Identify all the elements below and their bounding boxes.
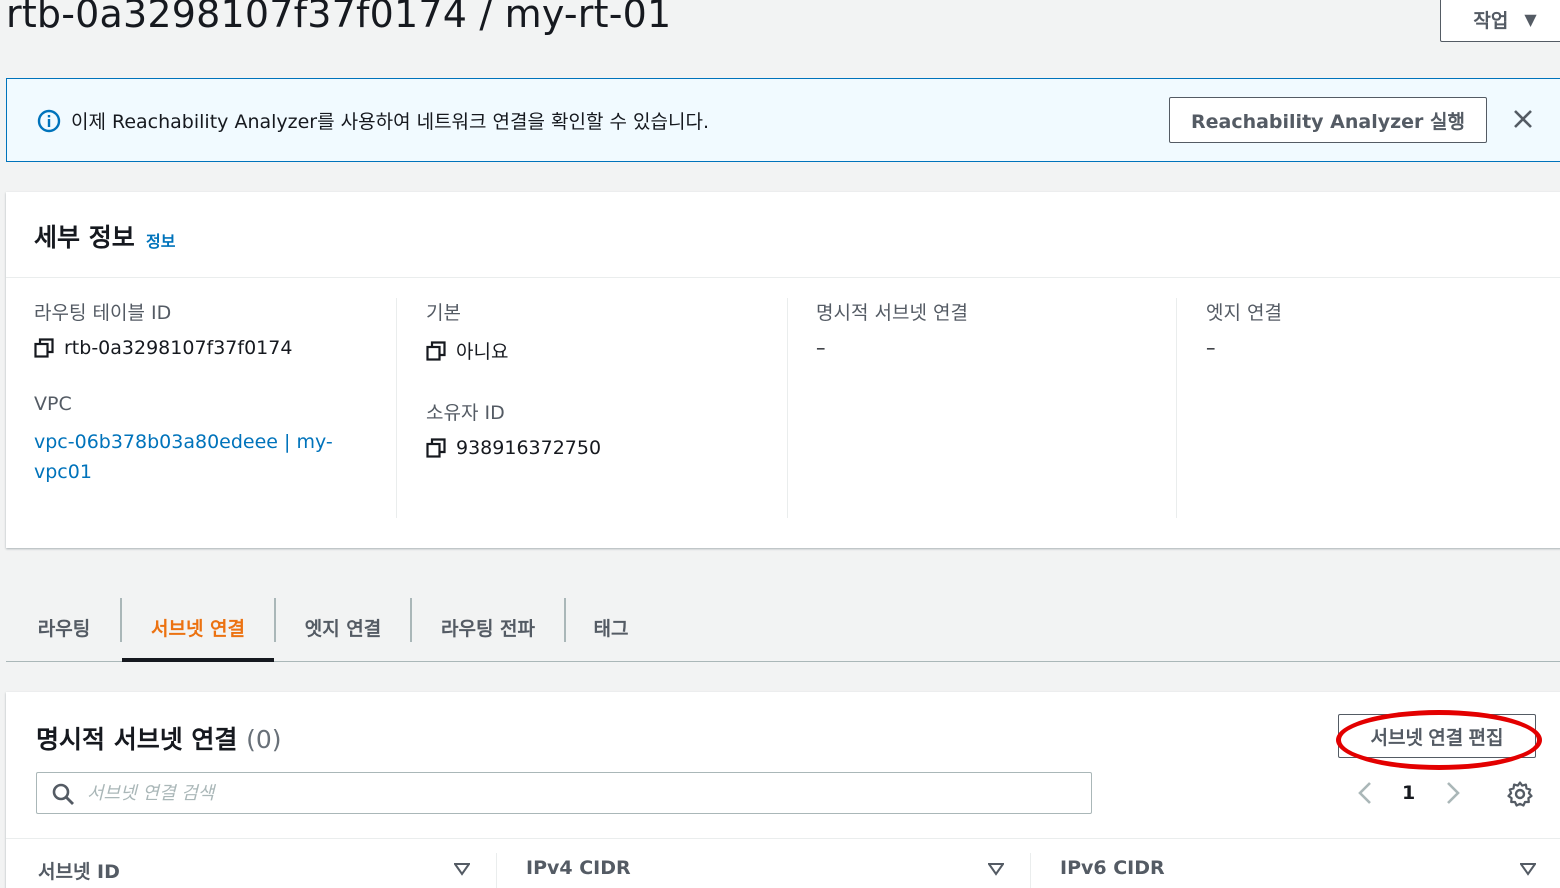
- table-header: 서브넷 ID IPv4 CIDR IPv6 CIDR: [6, 838, 1560, 888]
- route-table-id-label: 라우팅 테이블 ID: [34, 302, 172, 324]
- search-icon: [52, 783, 74, 805]
- tab-route-propagation[interactable]: 라우팅 전파: [412, 592, 564, 662]
- close-icon[interactable]: [1507, 103, 1539, 135]
- route-table-id-value: rtb-0a3298107f37f0174: [34, 337, 354, 359]
- chevron-left-icon[interactable]: [1354, 780, 1376, 806]
- column-divider: [496, 853, 497, 888]
- copy-icon[interactable]: [34, 338, 54, 358]
- sort-down-icon[interactable]: [1520, 861, 1536, 877]
- copy-icon[interactable]: [426, 438, 446, 458]
- subnet-associations-panel: 명시적 서브넷 연결 (0) 서브넷 연결 편집 1 서브넷 ID IPv4 C…: [6, 692, 1560, 888]
- explicit-subnet-label: 명시적 서브넷 연결: [816, 302, 968, 324]
- search-box[interactable]: [36, 772, 1092, 814]
- details-panel: 세부 정보 정보 라우팅 테이블 ID rtb-0a3298107f37f017…: [6, 192, 1560, 548]
- vpc-link[interactable]: vpc-06b378b03a80edeee | my-vpc01: [34, 427, 354, 487]
- details-column-1: 라우팅 테이블 ID rtb-0a3298107f37f0174 VPC vpc…: [34, 298, 354, 518]
- column-divider: [396, 298, 397, 518]
- details-panel-header: 세부 정보 정보: [6, 192, 1560, 278]
- column-header-ipv4-cidr[interactable]: IPv4 CIDR: [526, 857, 631, 879]
- info-flash-banner: 이제 Reachability Analyzer를 사용하여 네트워크 연결을 …: [6, 78, 1560, 162]
- chevron-right-icon[interactable]: [1442, 780, 1464, 806]
- edge-association-label: 엣지 연결: [1206, 302, 1282, 324]
- tab-subnet-associations[interactable]: 서브넷 연결: [122, 592, 274, 662]
- subnet-table-title: 명시적 서브넷 연결 (0): [36, 720, 282, 756]
- edge-association-value: –: [1206, 337, 1216, 359]
- details-column-4: 엣지 연결 –: [1206, 298, 1282, 518]
- info-icon: [37, 109, 61, 133]
- subnet-table-title-text: 명시적 서브넷 연결: [36, 725, 238, 754]
- column-header-ipv6-cidr[interactable]: IPv6 CIDR: [1060, 857, 1165, 879]
- column-divider: [1030, 853, 1031, 888]
- current-page-number[interactable]: 1: [1402, 782, 1415, 804]
- details-title: 세부 정보: [34, 223, 135, 252]
- column-header-subnet-id[interactable]: 서브넷 ID: [38, 857, 120, 884]
- search-input[interactable]: [87, 773, 1077, 813]
- actions-label: 작업: [1473, 9, 1509, 32]
- details-info-link[interactable]: 정보: [146, 228, 175, 252]
- run-reachability-analyzer-button[interactable]: Reachability Analyzer 실행: [1169, 97, 1487, 143]
- column-divider: [787, 298, 788, 518]
- copy-icon[interactable]: [426, 340, 446, 361]
- route-table-id-text: rtb-0a3298107f37f0174: [64, 337, 293, 359]
- tab-bar: 라우팅 서브넷 연결 엣지 연결 라우팅 전파 태그: [6, 592, 1560, 662]
- owner-id-label: 소유자 ID: [426, 402, 505, 424]
- main-value: 아니요: [426, 337, 601, 364]
- main-value-text: 아니요: [456, 341, 509, 363]
- details-column-2: 기본 아니요 소유자 ID 938916372750: [426, 298, 601, 518]
- owner-id-value: 938916372750: [426, 437, 601, 459]
- sort-down-icon[interactable]: [988, 861, 1004, 877]
- actions-dropdown-button[interactable]: 작업 ▼: [1440, 0, 1560, 42]
- tab-edge-associations[interactable]: 엣지 연결: [276, 592, 410, 662]
- page-title: rtb-0a3298107f37f0174 / my-rt-01: [6, 0, 672, 36]
- main-label: 기본: [426, 302, 461, 324]
- vpc-label: VPC: [34, 393, 72, 415]
- explicit-subnet-value: –: [816, 337, 826, 359]
- caret-down-icon: ▼: [1524, 9, 1537, 29]
- owner-id-text: 938916372750: [456, 437, 602, 459]
- flash-message: 이제 Reachability Analyzer를 사용하여 네트워크 연결을 …: [71, 111, 709, 133]
- active-tab-indicator: [122, 658, 274, 662]
- sort-down-icon[interactable]: [454, 861, 470, 877]
- details-column-3: 명시적 서브넷 연결 –: [816, 298, 968, 518]
- column-divider: [1176, 298, 1177, 518]
- gear-icon[interactable]: [1506, 780, 1534, 808]
- tab-tags[interactable]: 태그: [566, 592, 656, 662]
- tab-routes[interactable]: 라우팅: [6, 592, 122, 662]
- edit-subnet-associations-button[interactable]: 서브넷 연결 편집: [1338, 714, 1536, 758]
- subnet-count: (0): [246, 725, 282, 754]
